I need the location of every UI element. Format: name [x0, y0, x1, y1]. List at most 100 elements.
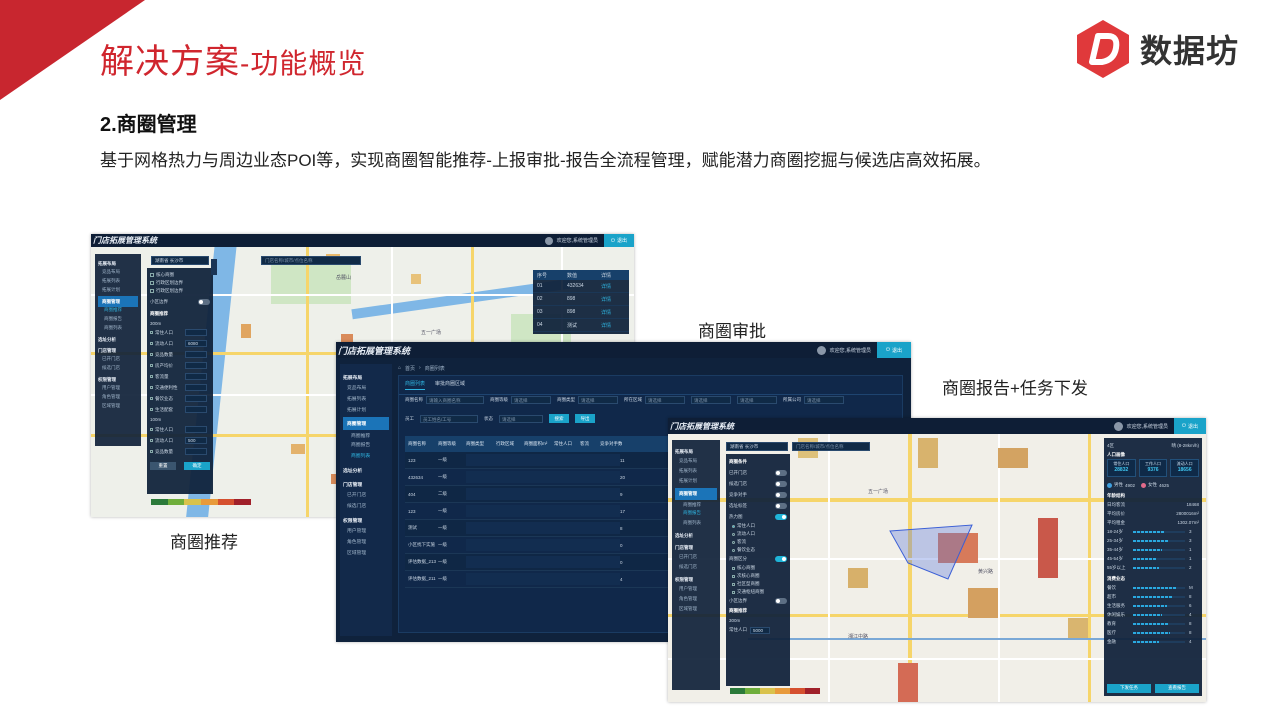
layer-option[interactable]: 核心商圈 — [150, 271, 210, 279]
reset-button[interactable]: 重置 — [150, 462, 176, 470]
criteria-input[interactable] — [185, 351, 207, 358]
checkbox-icon[interactable] — [732, 590, 735, 594]
nav-item-roles[interactable]: 角色管理 — [98, 394, 138, 403]
criteria-checkbox[interactable] — [150, 408, 153, 411]
table-row[interactable]: 评估数据_213 一级 0 — [405, 554, 675, 571]
checkbox-icon[interactable] — [732, 582, 735, 586]
nav-sub-recommend[interactable]: 商圈推荐 — [98, 307, 138, 316]
small-boundary-toggle[interactable] — [775, 598, 787, 604]
layer-option[interactable]: 行政区划边界 — [150, 279, 210, 287]
nav-group-circle[interactable]: 商圈管理 — [343, 417, 389, 430]
nav-group-circle[interactable]: 商圈管理 — [675, 488, 717, 500]
small-boundary-row[interactable]: 小区边界 — [729, 596, 787, 606]
table-row[interactable]: 123 一级 17 — [405, 503, 675, 520]
detail-link[interactable]: 详情 — [601, 296, 611, 303]
nav-sub-recommend[interactable]: 商圈推荐 — [675, 500, 717, 510]
radio-icon[interactable] — [732, 540, 735, 544]
tab-circle-list[interactable]: 商圈列表 — [405, 380, 426, 390]
nav-sub-report[interactable]: 商圈报告 — [343, 441, 389, 452]
criteria-input[interactable]: 6080 — [185, 340, 207, 347]
filter-input[interactable]: 请选择 — [511, 396, 551, 404]
nav-item-candidate[interactable]: 候选门店 — [675, 564, 717, 574]
nav-item-competitor[interactable]: 竞品布局 — [98, 269, 138, 278]
table-row[interactable]: 评估数据_211 一级 4 — [405, 571, 675, 588]
radio-icon[interactable] — [732, 524, 735, 528]
nav-group-layout[interactable]: 拓展布局 — [98, 258, 138, 269]
address-search-input[interactable]: 门店名称/城市/点位名称 — [261, 256, 361, 265]
table-row[interactable]: 测试 一级 8 — [405, 520, 675, 537]
criteria-checkbox[interactable] — [150, 331, 153, 334]
nav-item-expansion-list[interactable]: 拓展列表 — [675, 468, 717, 478]
layer-toggle-row[interactable]: 竞争对手 — [729, 489, 787, 500]
criteria-checkbox[interactable] — [150, 375, 153, 378]
export-button[interactable]: 导出 — [575, 414, 595, 423]
layer-option[interactable]: 行政区划边界 — [150, 287, 210, 295]
table-row[interactable]: 432634 一级 20 — [405, 469, 675, 486]
detail-link[interactable]: 详情 — [601, 283, 611, 290]
nav-group-site[interactable]: 选址分析 — [98, 334, 138, 345]
criteria-checkbox[interactable] — [150, 450, 153, 453]
nav-item-expansion-plan[interactable]: 拓展计划 — [343, 406, 389, 417]
view-report-button[interactable]: 查看报告 — [1155, 683, 1199, 693]
nav-group-site[interactable]: 选址分析 — [343, 463, 389, 477]
result-row[interactable]: 01 432634 详情 — [533, 280, 629, 293]
boundary-toggle[interactable] — [198, 299, 210, 305]
layer-toggle-row[interactable]: 选址标签 — [729, 500, 787, 511]
filter-input[interactable]: 请选择 — [691, 396, 731, 404]
circle-option[interactable]: 次核心商圈 — [729, 572, 787, 580]
nav-group-layout[interactable]: 拓展布局 — [675, 446, 717, 458]
nav-group-store[interactable]: 门店管理 — [675, 542, 717, 554]
result-row[interactable]: 04 测试 详情 — [533, 319, 629, 332]
layer-toggle-row[interactable]: 已开门店 — [729, 467, 787, 478]
nav-item-regions[interactable]: 区域管理 — [343, 549, 389, 560]
nav-group-permission[interactable]: 权限管理 — [98, 374, 138, 385]
layer-toggle[interactable] — [775, 480, 787, 487]
layer-toggle[interactable] — [775, 502, 787, 509]
breadcrumb-item[interactable]: 首页 — [405, 365, 415, 372]
filter-input[interactable]: 请选择 — [645, 396, 685, 404]
nav-sub-list[interactable]: 商圈列表 — [98, 325, 138, 334]
criteria-checkbox[interactable] — [150, 386, 153, 389]
column-header[interactable]: 行政区域 — [496, 441, 524, 447]
confirm-button[interactable]: 确定 — [184, 462, 210, 470]
filter-input[interactable]: 请输入商圈名称 — [426, 396, 484, 404]
search-button[interactable]: 搜索 — [549, 414, 569, 423]
criteria-checkbox[interactable] — [150, 364, 153, 367]
column-header[interactable]: 客流 — [580, 441, 600, 447]
criteria-checkbox[interactable] — [150, 397, 153, 400]
criteria-checkbox[interactable] — [150, 342, 153, 345]
heat-option[interactable]: 流动人口 — [729, 530, 787, 538]
filter-input[interactable]: 请选择 — [578, 396, 618, 404]
criteria-checkbox[interactable] — [150, 353, 153, 356]
layer-toggle[interactable] — [775, 469, 787, 476]
nav-group-layout[interactable]: 拓展布局 — [343, 370, 389, 384]
logout-button[interactable]: ⏻ 退出 — [877, 342, 911, 358]
boundary-toggle-row[interactable]: 小区边界 — [150, 295, 210, 309]
collapse-handle[interactable] — [211, 259, 217, 275]
column-header[interactable]: 商圈等级 — [438, 441, 466, 447]
detail-link[interactable]: 详情 — [601, 309, 611, 316]
nav-item-expansion-list[interactable]: 拓展列表 — [343, 395, 389, 406]
nav-item-roles[interactable]: 角色管理 — [343, 538, 389, 549]
table-row[interactable]: 123 一级 11 — [405, 452, 675, 469]
employee-input[interactable]: 员工姓名/工号 — [420, 414, 478, 423]
radio-icon[interactable] — [732, 548, 735, 552]
nav-sub-report[interactable]: 商圈报告 — [98, 316, 138, 325]
circle-option[interactable]: 核心商圈 — [729, 564, 787, 572]
avatar[interactable] — [544, 236, 553, 245]
nav-group-circle[interactable]: 商圈管理 — [98, 296, 138, 307]
layer-toggle-row[interactable]: 候选门店 — [729, 478, 787, 489]
avatar[interactable] — [816, 345, 826, 355]
nav-item-opened[interactable]: 已开门店 — [98, 356, 138, 365]
nav-item-opened[interactable]: 已开门店 — [675, 554, 717, 564]
logout-button[interactable]: ⏻ 退出 — [1174, 418, 1206, 434]
address-search-input[interactable]: 门店名称/城市/点位名称 — [792, 442, 870, 451]
nav-group-site[interactable]: 选址分析 — [675, 530, 717, 542]
nav-item-expansion-plan[interactable]: 拓展计划 — [98, 287, 138, 296]
column-header[interactable]: 常住人口 — [554, 441, 580, 447]
circle-toggle[interactable] — [775, 556, 787, 562]
city-select[interactable]: 湖南省 长沙市 — [726, 442, 788, 451]
column-header[interactable]: 商圈名称 — [408, 441, 438, 447]
nav-group-permission[interactable]: 权限管理 — [675, 574, 717, 586]
checkbox-icon[interactable] — [732, 566, 735, 570]
